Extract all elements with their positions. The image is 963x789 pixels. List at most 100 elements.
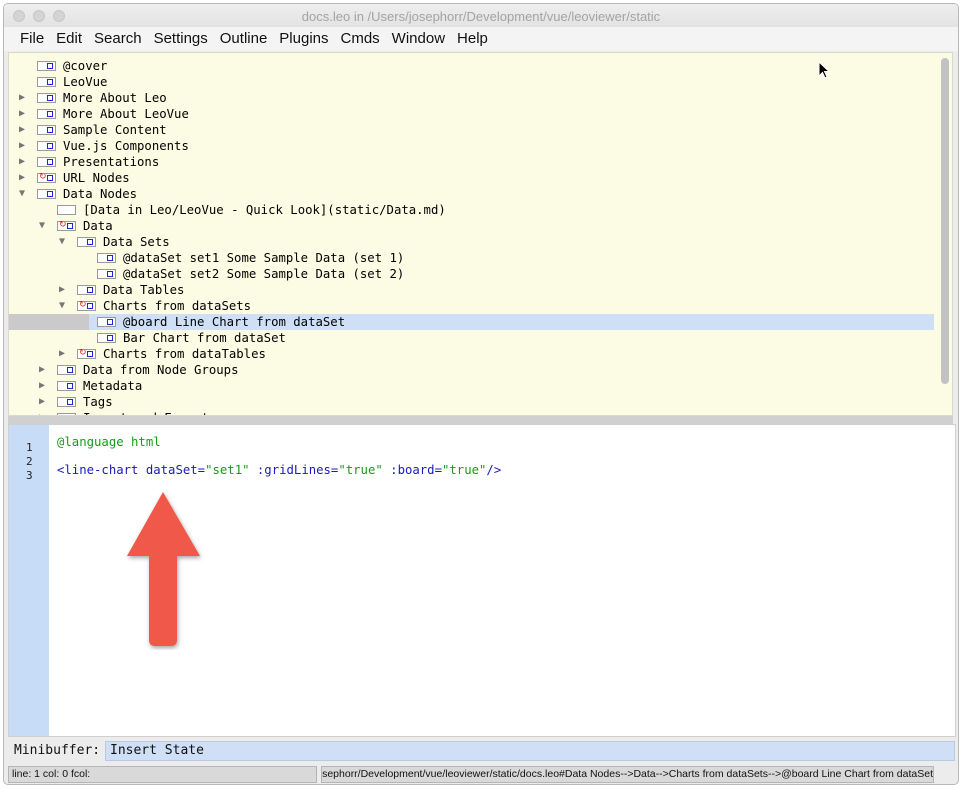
- pane-splitter[interactable]: [8, 416, 953, 424]
- clone-node-icon: ↻: [37, 172, 56, 183]
- outline-node-label: URL Nodes: [63, 171, 130, 185]
- node-icon: [37, 61, 56, 71]
- menu-window[interactable]: Window: [386, 28, 451, 50]
- node-icon: [57, 397, 76, 407]
- outline-node-label: Sample Content: [63, 123, 167, 137]
- menu-help[interactable]: Help: [451, 28, 494, 50]
- code-tag-open: <line-chart: [57, 463, 146, 477]
- outline-node-label: Charts from dataSets: [103, 299, 252, 313]
- outline-node[interactable]: ▶ ↻ Charts from dataTables: [9, 346, 934, 362]
- node-icon: [37, 109, 56, 119]
- collapsed-triangle-icon[interactable]: ▶: [57, 346, 67, 362]
- node-icon: [37, 77, 56, 87]
- mouse-pointer-icon: [818, 61, 831, 79]
- menu-file[interactable]: File: [14, 28, 50, 50]
- node-icon: [37, 157, 56, 167]
- status-position: line: 1 col: 0 fcol:: [8, 766, 317, 783]
- node-icon: [37, 189, 56, 199]
- clone-mark-icon: ↻: [39, 172, 47, 182]
- outline-node-label: Vue.js Components: [63, 139, 189, 153]
- outline-node[interactable]: ▼ Data Sets: [9, 234, 934, 250]
- outline-node-label: Metadata: [83, 379, 143, 393]
- node-icon: [97, 317, 116, 327]
- expanded-triangle-icon[interactable]: ▼: [17, 186, 27, 202]
- clone-node-icon: ↻: [57, 220, 76, 231]
- code-value-true: "true": [442, 463, 487, 477]
- window-title: docs.leo in /Users/josephorr/Development…: [301, 9, 661, 24]
- code-line-language: @language html: [57, 435, 161, 449]
- outline-node[interactable]: ▶ Data from Node Groups: [9, 362, 934, 378]
- outline-node[interactable]: ▶ ↻ URL Nodes: [9, 170, 934, 186]
- outline-node[interactable]: @dataSet set1 Some Sample Data (set 1): [9, 250, 934, 266]
- outline-node[interactable]: ▶ Vue.js Components: [9, 138, 934, 154]
- node-icon: [77, 285, 96, 295]
- outline-node-label: Presentations: [63, 155, 160, 169]
- collapsed-triangle-icon[interactable]: ▶: [37, 362, 47, 378]
- outline-scrollbar[interactable]: [941, 58, 949, 384]
- clone-mark-icon: ↻: [79, 348, 87, 358]
- collapsed-triangle-icon[interactable]: ▶: [17, 122, 27, 138]
- expanded-triangle-icon[interactable]: ▼: [37, 218, 47, 234]
- code-attr-board: :board=: [382, 463, 442, 477]
- leo-editor-window: docs.leo in /Users/josephorr/Development…: [3, 3, 959, 785]
- outline-node-label: Data: [83, 219, 113, 233]
- outline-node[interactable]: ▼ Data Nodes: [9, 186, 934, 202]
- collapsed-triangle-icon[interactable]: ▶: [17, 138, 27, 154]
- node-icon: [37, 141, 56, 151]
- node-icon: [37, 93, 56, 103]
- expanded-triangle-icon[interactable]: ▼: [57, 234, 67, 250]
- status-node-path-text: ers/josephorr/Development/vue/leoviewer/…: [321, 768, 933, 780]
- outline-node-label: @cover: [63, 59, 108, 73]
- outline-node[interactable]: ▼ ↻ Data: [9, 218, 934, 234]
- line-number: 2: [26, 455, 33, 468]
- code-line-line-chart: <line-chart dataSet="set1" :gridLines="t…: [57, 463, 501, 477]
- outline-node[interactable]: ▶ Tags: [9, 394, 934, 410]
- outline-node[interactable]: ▶ Metadata: [9, 378, 934, 394]
- collapsed-triangle-icon[interactable]: ▶: [37, 394, 47, 410]
- menu-edit[interactable]: Edit: [50, 28, 88, 50]
- collapsed-triangle-icon[interactable]: ▶: [17, 90, 27, 106]
- collapsed-triangle-icon[interactable]: ▶: [37, 378, 47, 394]
- status-node-path: ers/josephorr/Development/vue/leoviewer/…: [321, 766, 934, 783]
- collapsed-triangle-icon[interactable]: ▶: [17, 170, 27, 186]
- outline-node[interactable]: @dataSet set2 Some Sample Data (set 2): [9, 266, 934, 282]
- expanded-triangle-icon[interactable]: ▼: [57, 298, 67, 314]
- menu-search[interactable]: Search: [88, 28, 148, 50]
- outline-node-label: Data from Node Groups: [83, 363, 239, 377]
- menu-plugins[interactable]: Plugins: [273, 28, 334, 50]
- outline-node[interactable]: ▶ More About LeoVue: [9, 106, 934, 122]
- node-icon: [97, 269, 116, 279]
- outline-node[interactable]: ▶ More About Leo: [9, 90, 934, 106]
- code-value-set1: "set1": [205, 463, 250, 477]
- outline-node[interactable]: @board Line Chart from dataSet: [9, 314, 934, 330]
- minibuffer-input[interactable]: Insert State: [105, 741, 955, 761]
- collapsed-triangle-icon[interactable]: ▶: [17, 106, 27, 122]
- code-attr-dataset: dataSet=: [145, 463, 206, 477]
- outline-node-label: Tags: [83, 395, 113, 409]
- outline-node[interactable]: ▶ Sample Content: [9, 122, 934, 138]
- menu-settings[interactable]: Settings: [148, 28, 214, 50]
- menu-cmds[interactable]: Cmds: [335, 28, 386, 50]
- outline-node[interactable]: @cover: [9, 58, 934, 74]
- status-bar: line: 1 col: 0 fcol: ers/josephorr/Devel…: [8, 764, 956, 784]
- node-icon: [97, 253, 116, 263]
- code-tag-close: />: [486, 463, 502, 477]
- outline-node[interactable]: Bar Chart from dataSet: [9, 330, 934, 346]
- outline-node-label: More About Leo: [63, 91, 167, 105]
- outline-node[interactable]: ▶ Data Tables: [9, 282, 934, 298]
- node-icon: [97, 333, 116, 343]
- clone-mark-icon: ↻: [79, 300, 87, 310]
- node-icon: [57, 205, 76, 215]
- menu-outline[interactable]: Outline: [214, 28, 274, 50]
- outline-node[interactable]: LeoVue: [9, 74, 934, 90]
- collapsed-triangle-icon[interactable]: ▶: [17, 154, 27, 170]
- minibuffer-label: Minibuffer:: [14, 743, 101, 758]
- collapsed-triangle-icon[interactable]: ▶: [57, 282, 67, 298]
- outline-node[interactable]: [Data in Leo/LeoVue - Quick Look](static…: [9, 202, 934, 218]
- outline-pane[interactable]: @cover LeoVue ▶ More About Leo ▶ More About L…: [8, 52, 953, 416]
- clone-node-icon: ↻: [77, 300, 96, 311]
- minibuffer: Minibuffer: Insert State: [8, 739, 956, 763]
- outline-node[interactable]: ▶ Presentations: [9, 154, 934, 170]
- outline-node[interactable]: ▼ ↻ Charts from dataSets: [9, 298, 934, 314]
- outline-node-label: Data Sets: [103, 235, 170, 249]
